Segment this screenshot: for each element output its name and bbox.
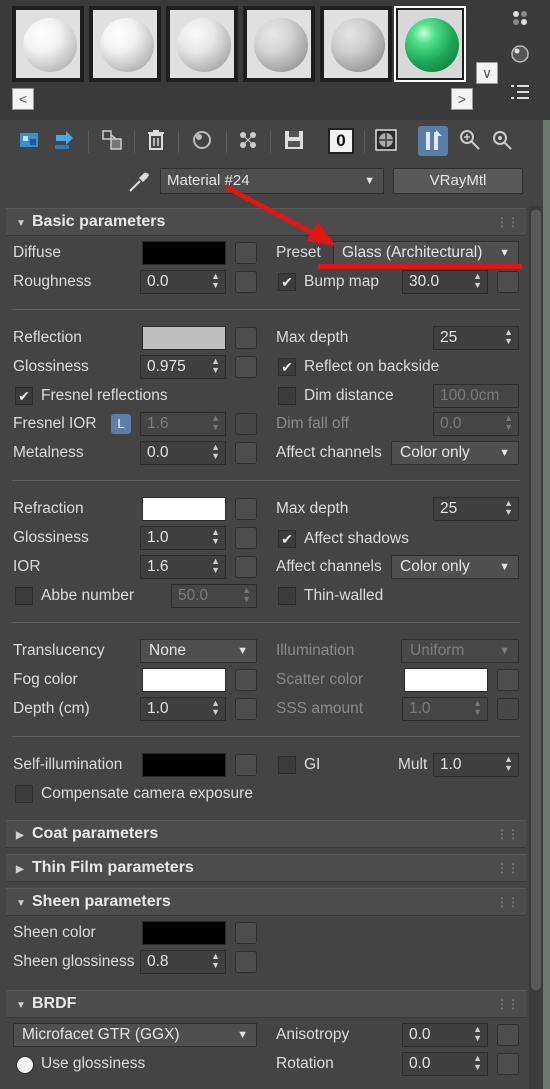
red-underline-annotation	[318, 264, 522, 269]
red-annotation-arrow	[224, 184, 336, 246]
